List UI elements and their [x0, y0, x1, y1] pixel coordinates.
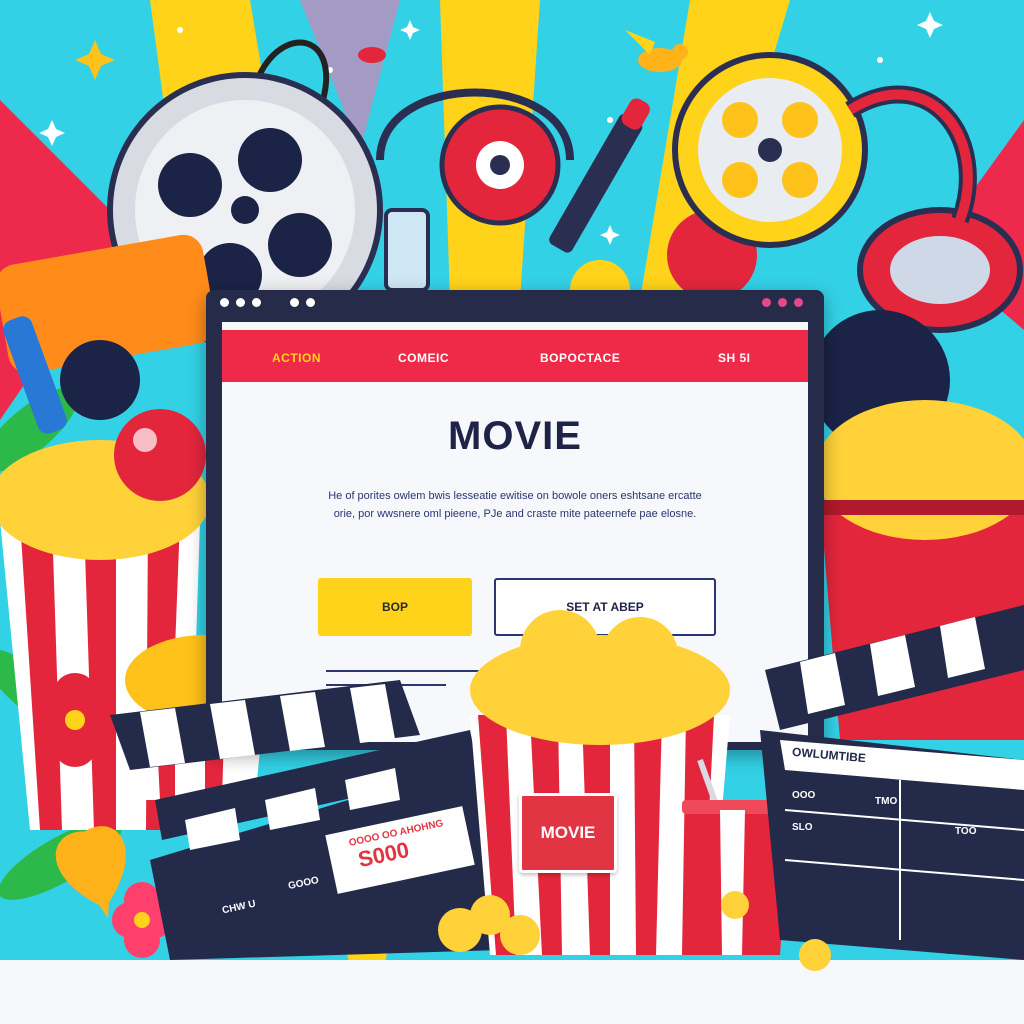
camera-lens-icon — [60, 340, 140, 420]
sparkle-dot — [607, 117, 613, 123]
title-bar — [206, 290, 824, 316]
clapper-right-cell: SLO — [792, 822, 813, 833]
popcorn-tub-right-icon — [815, 400, 1024, 740]
window-dot — [252, 298, 261, 307]
sparkle-dot — [177, 27, 183, 33]
window-dot — [306, 298, 315, 307]
footer-line — [326, 670, 486, 672]
primary-button[interactable]: BOP — [318, 578, 472, 636]
clapper-right-cell: TMO — [875, 796, 898, 807]
glass-tube-icon — [384, 208, 430, 292]
secondary-button[interactable]: SET AT ABEP — [494, 578, 716, 636]
red-speaker-icon — [439, 104, 561, 226]
floor — [0, 960, 1024, 1024]
description-line: He of porites owlem bwis lesseatie ewiti… — [328, 490, 702, 502]
nav-item-comeic[interactable]: COMEIC — [398, 351, 449, 365]
window-dot — [236, 298, 245, 307]
footer-line — [326, 684, 446, 686]
popcorn-box-label: MOVIE — [519, 793, 617, 873]
window-control-dot[interactable] — [762, 298, 771, 307]
window-dot — [220, 298, 229, 307]
lips-icon — [358, 47, 386, 63]
browser-window: ACTION COMEIC BOPOCTACE SH 5I MOVIE He o… — [206, 290, 824, 750]
sparkle-dot — [877, 57, 883, 63]
clapper-right-cell: TOO — [955, 826, 977, 837]
nav-item-sh5i[interactable]: SH 5I — [718, 351, 751, 365]
page-viewport: ACTION COMEIC BOPOCTACE SH 5I MOVIE He o… — [222, 322, 808, 742]
description-line: orie, por wwsnere oml pieene, PJe and cr… — [333, 508, 697, 520]
page-title: MOVIE — [448, 414, 582, 458]
clapper-right-cell: OOO — [792, 790, 816, 801]
nav-bar: ACTION COMEIC BOPOCTACE SH 5I — [222, 330, 808, 382]
window-control-dot[interactable] — [794, 298, 803, 307]
nav-item-bopoctace[interactable]: BOPOCTACE — [540, 351, 620, 365]
nav-item-action[interactable]: ACTION — [272, 351, 321, 365]
window-dot — [290, 298, 299, 307]
film-reel-right-icon — [672, 52, 868, 248]
window-control-dot[interactable] — [778, 298, 787, 307]
